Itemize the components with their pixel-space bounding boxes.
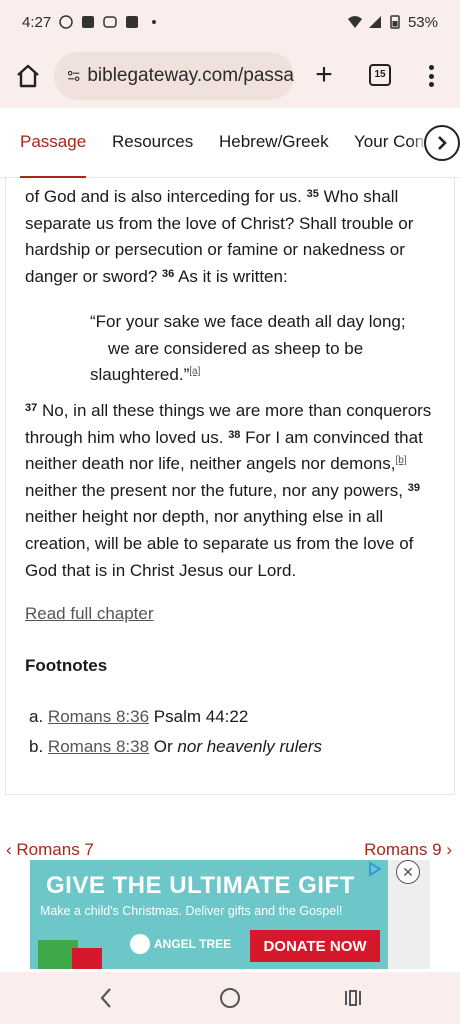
verse-number: 36 xyxy=(162,267,175,280)
verse-36: As it is written: xyxy=(178,266,288,286)
chevron-right-icon xyxy=(438,136,447,150)
web-page: Passage Resources Hebrew/Greek Your Cont… xyxy=(0,108,460,972)
status-time: 4:27 xyxy=(22,13,52,31)
chevron-right-icon: › xyxy=(441,840,452,859)
facebook-icon xyxy=(126,16,139,28)
messenger-icon xyxy=(103,16,117,28)
footnote-text-italic: nor heavenly rulers xyxy=(177,737,322,756)
gift-box-icon xyxy=(72,948,102,969)
battery-icon xyxy=(390,15,400,29)
footnote-item: b. Romans 8:38 Or nor heavenly rulers xyxy=(29,732,322,762)
signal-icon xyxy=(368,16,381,28)
verse-number: 37 xyxy=(25,402,38,414)
wifi-icon xyxy=(347,16,362,28)
tab-switcher-button[interactable]: 15 xyxy=(369,64,391,86)
footnotes-heading: Footnotes xyxy=(25,656,108,675)
more-menu-icon[interactable] xyxy=(424,62,438,90)
ad-subtitle: Make a child's Christmas. Deliver gifts … xyxy=(40,904,343,918)
recent-apps-icon[interactable] xyxy=(343,988,363,1008)
tab-hebrew-greek[interactable]: Hebrew/Greek xyxy=(219,132,329,152)
tab-resources[interactable]: Resources xyxy=(112,132,193,152)
verse-39: neither height nor depth, nor anything e… xyxy=(25,507,414,580)
footnote-item: a. Romans 8:36 Psalm 44:22 xyxy=(29,702,322,732)
next-chapter-label: Romans 9 xyxy=(364,840,442,859)
tab-passage[interactable]: Passage xyxy=(20,132,86,152)
footnote-text: Or xyxy=(153,737,173,756)
verse-38-cont: neither the present nor the future, nor … xyxy=(25,480,404,500)
next-chapter-link[interactable]: Romans 9 › xyxy=(364,840,452,860)
ad-donate-button[interactable]: DONATE NOW xyxy=(250,930,380,962)
passage-paragraph-2: 37 No, in all these things we are more t… xyxy=(25,398,445,584)
home-icon[interactable] xyxy=(14,62,42,90)
facebook-icon xyxy=(82,16,95,28)
ad-logo: ANGEL TREE xyxy=(130,934,231,954)
footnote-link-b[interactable]: [b] xyxy=(395,455,406,466)
ad-title: GIVE THE ULTIMATE GIFT xyxy=(46,872,355,899)
browser-toolbar: biblegateway.com/passa + 15 xyxy=(0,44,460,108)
battery-percent: 53% xyxy=(407,13,438,31)
address-bar[interactable]: biblegateway.com/passa xyxy=(54,52,294,100)
advertisement-banner[interactable]: GIVE THE ULTIMATE GIFT Make a child's Ch… xyxy=(30,860,388,969)
passage-content: of God and is also interceding for us. 3… xyxy=(5,178,455,795)
prev-chapter-link[interactable]: ‹ Romans 7 xyxy=(6,840,94,860)
ad-close-icon[interactable]: ✕ xyxy=(396,860,420,884)
poem-line: slaughtered.” xyxy=(90,365,190,385)
passage-paragraph-1: of God and is also interceding for us. 3… xyxy=(25,184,445,290)
verse-number: 35 xyxy=(306,188,319,200)
ad-logo-text: ANGEL TREE xyxy=(154,937,232,951)
poem-line: we are considered as sheep to be xyxy=(108,338,364,358)
footnotes-list: a. Romans 8:36 Psalm 44:22 b. Romans 8:3… xyxy=(29,702,322,762)
verse-number: 39 xyxy=(407,481,420,494)
footnote-text: Psalm 44:22 xyxy=(153,707,249,726)
url-text: biblegateway.com/passa xyxy=(87,65,294,86)
status-bar: 4:27 53% xyxy=(0,0,460,44)
prev-chapter-label: Romans 7 xyxy=(16,840,94,859)
footnote-ref-link[interactable]: Romans 8:36 xyxy=(48,707,149,726)
footnote-link-a[interactable]: [a] xyxy=(189,366,200,377)
poem-line: “For your sake we face death all day lon… xyxy=(90,312,406,331)
back-icon[interactable] xyxy=(96,986,116,1010)
footnote-letter: b. xyxy=(29,737,44,756)
chevron-left-icon: ‹ xyxy=(6,840,17,859)
tabs-scroll-right-button[interactable] xyxy=(424,125,460,161)
passage-tab-strip: Passage Resources Hebrew/Greek Your Cont xyxy=(0,108,460,178)
notification-dot-icon xyxy=(152,20,157,24)
angel-tree-logo-icon xyxy=(130,934,150,954)
home-nav-icon[interactable] xyxy=(220,988,240,1008)
footnote-letter: a. xyxy=(29,707,44,726)
system-navigation-bar xyxy=(0,972,460,1024)
new-tab-button[interactable]: + xyxy=(310,60,338,90)
tab-your-content[interactable]: Your Cont xyxy=(354,132,429,152)
poem-quote: “For your sake we face death all day lon… xyxy=(90,309,440,389)
ad-choices-icon[interactable] xyxy=(366,860,384,878)
whatsapp-icon xyxy=(59,15,73,29)
read-full-chapter-link[interactable]: Read full chapter xyxy=(25,604,154,624)
footnote-ref-link[interactable]: Romans 8:38 xyxy=(48,737,149,756)
verse-34-end: of God and is also interceding for us. xyxy=(25,187,302,206)
verse-number: 38 xyxy=(228,428,241,441)
site-settings-icon[interactable] xyxy=(66,65,81,87)
